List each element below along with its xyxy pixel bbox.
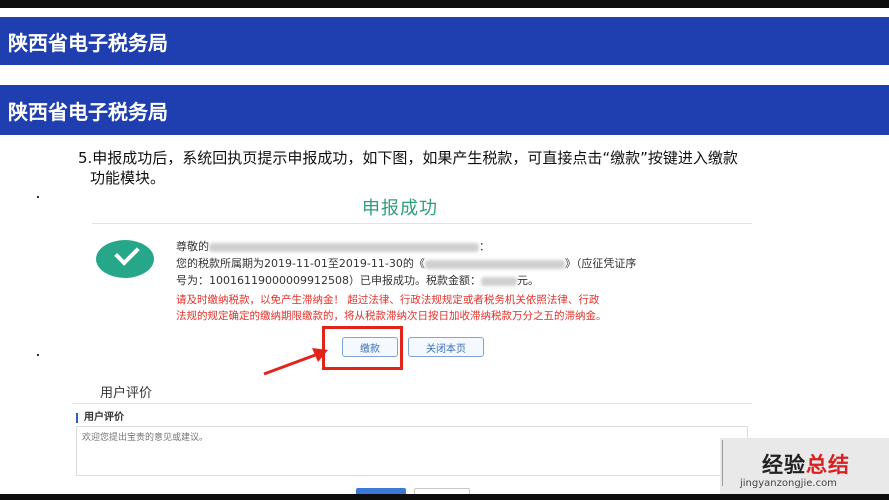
period-line: 您的税款所属期为2019-11-01至2019-11-30的《 》（应征凭证序 [176,255,636,271]
watermark-text-black: 经验 [762,453,806,477]
watermark-divider [722,440,723,486]
voucher-text: 号为：10016119000009912508）已申报成功。税款金额： [176,274,481,287]
rating-label: 用户评价 [76,413,124,423]
redacted-name [209,242,479,252]
greeting-line: 尊敬的 ： [176,238,490,254]
bullet-dot [37,196,39,198]
header-bar-2: 陕西省电子税务局 [0,85,889,135]
bottom-border [0,494,889,500]
watermark-text-red: 总结 [806,453,850,477]
greeting-suffix: ： [479,240,490,253]
period-text: 您的税款所属期为2019-11-01至2019-11-30的《 [176,257,425,270]
warning-line-1: 请及时缴纳税款，以免产生滞纳金！ 超过法律、行政法规规定或者税务机关依照法律、行… [176,294,600,306]
bullet-dot [37,354,39,356]
greeting-prefix: 尊敬的 [176,240,209,253]
success-title: 申报成功 [362,198,438,219]
header-title-1: 陕西省电子税务局 [8,30,168,55]
embedded-screenshot: 申报成功 尊敬的 ： 您的税款所属期为2019-11-01至2019-11-30的… [72,190,752,494]
redacted-amount [480,276,517,286]
rating-divider [72,403,752,404]
voucher-line: 号为：10016119000009912508）已申报成功。税款金额： 元。 [176,272,539,288]
amount-suffix: 元。 [516,274,539,287]
feedback-input[interactable] [76,426,748,476]
watermark-url: jingyanzongjie.com [740,478,837,489]
rating-heading: 用户评价 [100,386,153,401]
redacted-tax-type [424,259,565,269]
warning-line-2: 法规的规定确定的缴纳期限缴款的，将从税款滞纳次日按日加收滞纳税款万分之五的滞纳金… [176,310,607,322]
pay-button[interactable]: 缴款 [342,337,398,357]
watermark-logo: 经验总结 [762,449,850,479]
slide-frame: 陕西省电子税务局 陕西省电子税务局 5.申报成功后，系统回执页提示申报成功，如下… [0,0,889,500]
instruction-line-1: 5.申报成功后，系统回执页提示申报成功，如下图，如果产生税款，可直接点击“缴款”… [78,149,738,167]
checkmark-icon [96,240,154,278]
header-bar-1: 陕西省电子税务局 [0,17,889,65]
top-border [0,0,889,8]
header-title-2: 陕西省电子税务局 [8,99,168,124]
close-page-button[interactable]: 关闭本页 [408,337,484,357]
instruction-text: 5.申报成功后，系统回执页提示申报成功，如下图，如果产生税款，可直接点击“缴款”… [78,148,838,188]
title-divider [92,223,752,224]
voucher-suffix: 》（应征凭证序 [564,257,637,270]
instruction-line-2: 功能模块。 [90,169,166,187]
